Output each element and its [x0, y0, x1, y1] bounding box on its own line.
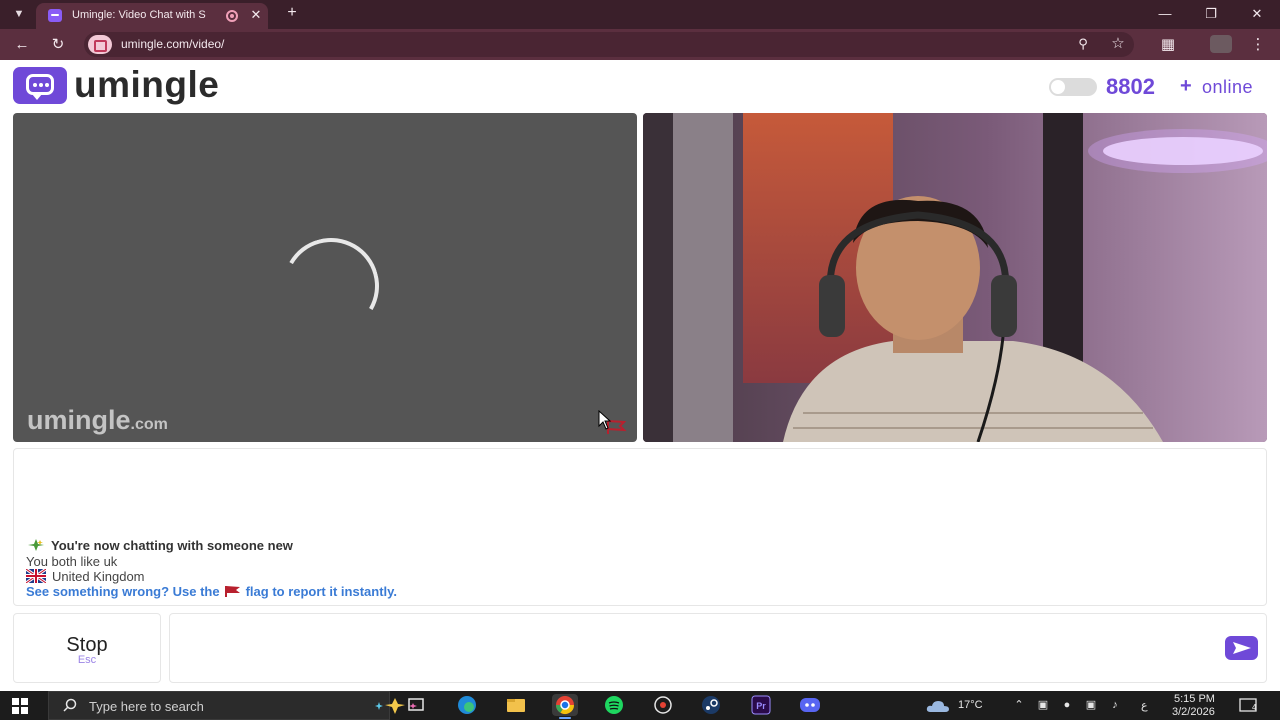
back-arrow-icon[interactable]: ←	[11, 34, 33, 56]
show-hidden-icons-chevron-icon[interactable]: ⌃	[1012, 699, 1026, 711]
online-plus: +	[1180, 75, 1192, 97]
report-flag-icon	[224, 586, 240, 597]
sparkle-icon	[28, 539, 44, 551]
loading-spinner-icon	[272, 227, 390, 345]
volume-icon[interactable]: ♪	[1108, 699, 1122, 711]
notification-count: 4	[1252, 703, 1257, 712]
mouse-cursor-icon	[598, 410, 612, 430]
cloud-weather-icon[interactable]	[926, 699, 950, 713]
umingle-logo-icon[interactable]	[13, 67, 67, 104]
toggle-knob	[1051, 80, 1065, 94]
browser-tab-umingle[interactable]: Umingle: Video Chat with S ✕	[36, 3, 268, 29]
premiere-pro-icon[interactable]: Pr	[748, 694, 774, 716]
online-toggle[interactable]	[1049, 78, 1097, 96]
profile-avatar[interactable]	[1210, 35, 1232, 53]
app-icon[interactable]	[650, 694, 676, 716]
message-input[interactable]	[169, 613, 1267, 683]
search-placeholder: Type here to search	[89, 699, 204, 714]
clock-date[interactable]: 3/2/2026	[1172, 706, 1215, 718]
clock-time[interactable]: 5:15 PM	[1174, 693, 1215, 705]
online-label: online	[1202, 77, 1254, 97]
umingle-favicon-icon	[48, 9, 62, 22]
stop-button[interactable]: Stop Esc	[13, 613, 161, 683]
weather-temperature[interactable]: 17°C	[958, 699, 983, 711]
camera-feed-image	[643, 113, 1267, 442]
task-view-icon[interactable]	[403, 694, 429, 716]
uk-flag-icon	[26, 569, 46, 583]
report-hint: See something wrong? Use the flag to rep…	[26, 584, 398, 599]
chat-log: You're now chatting with someone new You…	[13, 448, 1267, 606]
tab-close-icon[interactable]: ✕	[248, 7, 264, 23]
minimize-button[interactable]: —	[1150, 4, 1180, 24]
online-count: 8802	[1106, 74, 1155, 99]
send-arrow-icon	[1233, 642, 1251, 654]
logo-wordmark[interactable]: umingle	[74, 64, 219, 106]
windows-taskbar: Type here to search Pr 17°C ⌃ ▣ ● ▣ ♪ ع	[0, 691, 1280, 720]
svg-text:Pr: Pr	[756, 701, 766, 711]
steam-icon[interactable]	[698, 694, 724, 716]
tab-search-chevron-icon[interactable]: ▼	[6, 4, 32, 24]
reload-icon[interactable]: ↻	[47, 34, 69, 56]
meet-now-icon[interactable]: ▣	[1036, 699, 1050, 711]
stranger-video: umingle.com	[13, 113, 637, 442]
recording-indicator-icon	[226, 10, 238, 22]
address-bar[interactable]: umingle.com/video/ ⚲ ☆	[84, 32, 1134, 57]
browser-tab-strip: ▼ Umingle: Video Chat with S ✕ + — ❐ ✕	[0, 0, 1280, 29]
restore-button[interactable]: ❐	[1196, 4, 1226, 24]
taskbar-search[interactable]: Type here to search	[48, 691, 417, 720]
discord-icon[interactable]	[797, 694, 823, 716]
new-partner-message: You're now chatting with someone new	[27, 538, 293, 553]
camera-permission-icon[interactable]	[88, 35, 112, 54]
microphone-icon[interactable]: ●	[1060, 699, 1074, 711]
bookmark-star-icon[interactable]: ☆	[1107, 33, 1129, 55]
url-text[interactable]: umingle.com/video/	[121, 37, 224, 51]
zoom-icon[interactable]: ⚲	[1072, 33, 1094, 55]
browser-toolbar: ← ↻ umingle.com/video/ ⚲ ☆ ▦ ⋮	[0, 29, 1280, 60]
video-watermark: umingle.com	[27, 405, 168, 435]
input-language[interactable]: ع	[1141, 699, 1148, 712]
partner-country: United Kingdom	[26, 569, 145, 584]
new-tab-button[interactable]: +	[282, 3, 302, 23]
self-camera-video	[643, 113, 1267, 442]
close-window-button[interactable]: ✕	[1242, 4, 1272, 24]
edge-icon[interactable]	[454, 694, 480, 716]
browser-menu-icon[interactable]: ⋮	[1247, 34, 1269, 56]
network-icon[interactable]: ▣	[1084, 699, 1098, 711]
notification-center-icon[interactable]	[1238, 697, 1260, 715]
tab-title: Umingle: Video Chat with S	[72, 9, 206, 21]
common-interest-message: You both like uk	[26, 554, 118, 569]
stop-shortcut: Esc	[77, 654, 97, 666]
search-icon	[63, 698, 77, 712]
extensions-icon[interactable]: ▦	[1157, 34, 1179, 56]
send-button[interactable]	[1225, 636, 1258, 660]
windows-start-icon[interactable]	[12, 698, 28, 714]
chrome-icon[interactable]	[552, 694, 578, 719]
file-explorer-icon[interactable]	[503, 694, 529, 716]
spotify-icon[interactable]	[601, 694, 627, 716]
